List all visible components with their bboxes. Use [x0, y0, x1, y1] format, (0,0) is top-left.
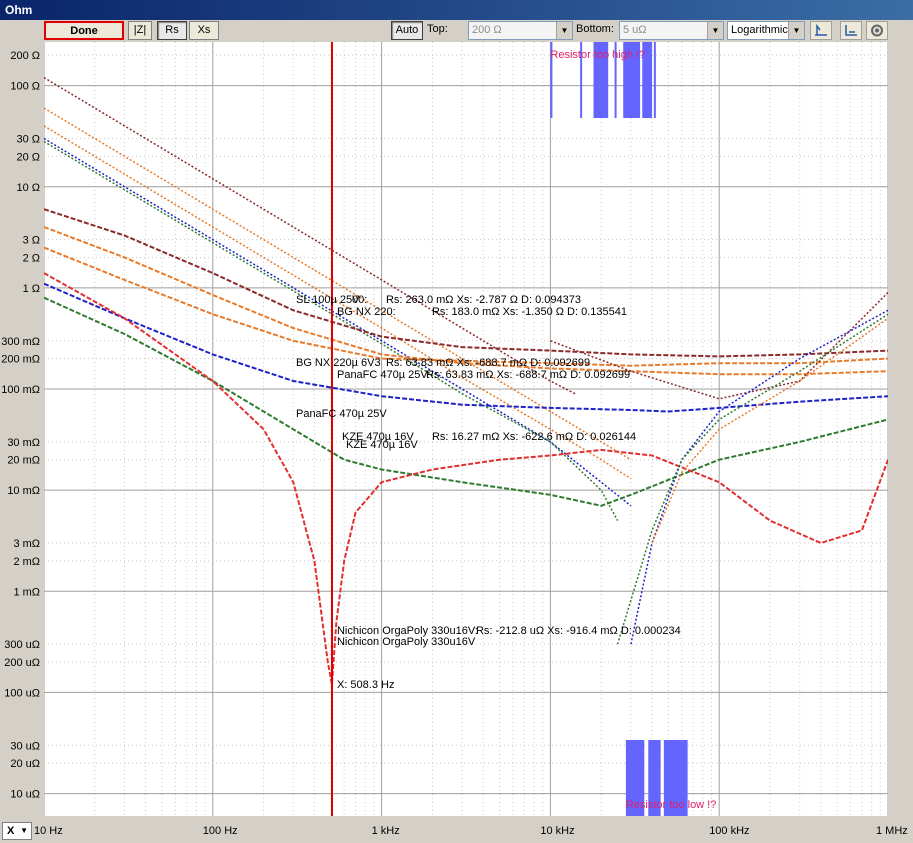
y-tick-label: 30 Ω	[16, 134, 40, 146]
scale-select[interactable]: Logarithmic ▼	[727, 21, 805, 40]
y-tick-label: 10 mΩ	[7, 485, 40, 497]
x-tick-label: 10 Hz	[34, 825, 63, 837]
annotation-label: Rs: 16.27 mΩ Xs: -622.6 mΩ D: 0.026144	[432, 431, 636, 443]
x-axis-bar: X ▼ 10 Hz 100 Hz 1 kHz 10 kHz 100 kHz 1 MHz	[0, 820, 913, 843]
x-tick-label: 1 MHz	[876, 825, 908, 837]
warning-high-label: Resistor too high !?	[550, 49, 645, 61]
window-title: Ohm	[0, 0, 913, 20]
top-select[interactable]: 200 Ω ▼	[468, 21, 573, 40]
warning-low-label: Resistor too low !?	[626, 799, 716, 811]
series-line-0	[43, 76, 576, 395]
series-line-13	[616, 313, 889, 645]
bottom-select[interactable]: 5 uΩ ▼	[619, 21, 724, 40]
annotation-label: KZE 470µ 16V	[346, 439, 418, 451]
auto-button[interactable]: Auto	[391, 21, 423, 40]
annotation-label: SL 100µ 25V	[296, 294, 360, 306]
series-line-5	[43, 208, 889, 358]
toolbar: Done |Z| Rs Xs Auto Top: 200 Ω ▼ Bottom:…	[0, 20, 913, 42]
y-tick-label: 3 Ω	[23, 235, 40, 247]
x-tick-label: 100 Hz	[203, 825, 238, 837]
marker-label: X: 508.3 Hz	[337, 679, 394, 691]
plot-area[interactable]: Resistor too high !? Resistor too low !? …	[43, 42, 889, 816]
y-tick-label: 300 mΩ	[1, 336, 40, 348]
annotation-label: Rs: -212.8 uΩ Xs: -916.4 mΩ D: 0.000234	[476, 625, 681, 637]
bottom-value: 5 uΩ	[623, 24, 647, 36]
y-tick-label: 1 Ω	[23, 283, 40, 295]
y-tick-label: 20 Ω	[16, 151, 40, 163]
x-tick-label: 100 kHz	[709, 825, 749, 837]
y-tick-label: 200 mΩ	[1, 354, 40, 366]
bottom-label: Bottom:	[576, 23, 614, 35]
chevron-down-icon[interactable]: ▼	[788, 22, 804, 39]
y-tick-label: 100 Ω	[10, 81, 40, 93]
done-button[interactable]: Done	[44, 21, 124, 40]
rs-button[interactable]: Rs	[157, 21, 187, 40]
y-tick-label: 2 Ω	[23, 252, 40, 264]
impedance-chart[interactable]: Resistor too high !?Resistor too low !? …	[43, 42, 889, 816]
annotation-label: BG NX 220µ 6V3	[296, 357, 381, 369]
series-line-9	[43, 296, 889, 507]
y-tick-label: 100 mΩ	[1, 384, 40, 396]
annotation-label: PanaFC 470µ 25V	[296, 408, 387, 420]
out-of-range-bar	[653, 42, 656, 118]
z-button[interactable]: |Z|	[128, 21, 152, 40]
y-tick-label: 10 uΩ	[10, 789, 40, 801]
y-tick-label: 1 mΩ	[13, 586, 40, 598]
y-tick-label: 30 mΩ	[7, 437, 40, 449]
y-tick-label: 3 mΩ	[13, 538, 40, 550]
annotation-label: Rs: 63.83 mΩ Xs: -688.7 mΩ D: 0.092699	[386, 357, 590, 369]
series-line-10	[43, 272, 889, 685]
chevron-down-icon[interactable]: ▼	[556, 22, 572, 39]
annotation-label: PanaFC 470µ 25V:	[337, 369, 430, 381]
y-tick-label: 200 Ω	[10, 50, 40, 62]
x-tick-label: 10 kHz	[540, 825, 574, 837]
y-tick-label: 2 mΩ	[13, 556, 40, 568]
annotation-label: Rs: 183.0 mΩ Xs: -1.350 Ω D: 0.135541	[432, 306, 627, 318]
y-axis: 200 Ω 100 Ω 30 Ω 20 Ω 10 Ω 3 Ω 2 Ω 1 Ω 300 mΩ 200…	[1, 50, 40, 801]
annotation-label: BG NX 220:	[337, 306, 396, 318]
y-tick-label: 200 uΩ	[4, 657, 40, 669]
chevron-down-icon[interactable]: ▼	[707, 22, 723, 39]
annotation-label: Nichicon OrgaPoly 330u16V	[337, 636, 476, 648]
x-axis: 10 Hz 100 Hz 1 kHz 10 kHz 100 kHz 1 MHz	[34, 825, 908, 837]
xs-button[interactable]: Xs	[189, 21, 219, 40]
scale-value: Logarithmic	[731, 24, 788, 36]
y-tick-label: 20 mΩ	[7, 455, 40, 467]
y-tick-label: 20 uΩ	[10, 758, 40, 770]
cursor-tool-icon[interactable]	[810, 21, 832, 40]
annotation-label: Rs: 63.83 mΩ Xs: -688.7 mΩ D: 0.092699	[426, 369, 630, 381]
top-value: 200 Ω	[472, 24, 502, 36]
annotation-label: Rs: 263.0 mΩ Xs: -2.787 Ω D: 0.094373	[386, 294, 581, 306]
y-tick-label: 10 Ω	[16, 182, 40, 194]
y-tick-label: 100 uΩ	[4, 687, 40, 699]
settings-gear-icon[interactable]	[866, 21, 888, 40]
y-tick-label: 30 uΩ	[10, 740, 40, 752]
y-tick-label: 300 uΩ	[4, 639, 40, 651]
x-tick-label: 1 kHz	[372, 825, 400, 837]
series-line-12	[630, 309, 889, 645]
axis-tool-icon[interactable]	[840, 21, 862, 40]
annotation-label: 00:	[352, 294, 367, 306]
top-label: Top:	[427, 23, 448, 35]
